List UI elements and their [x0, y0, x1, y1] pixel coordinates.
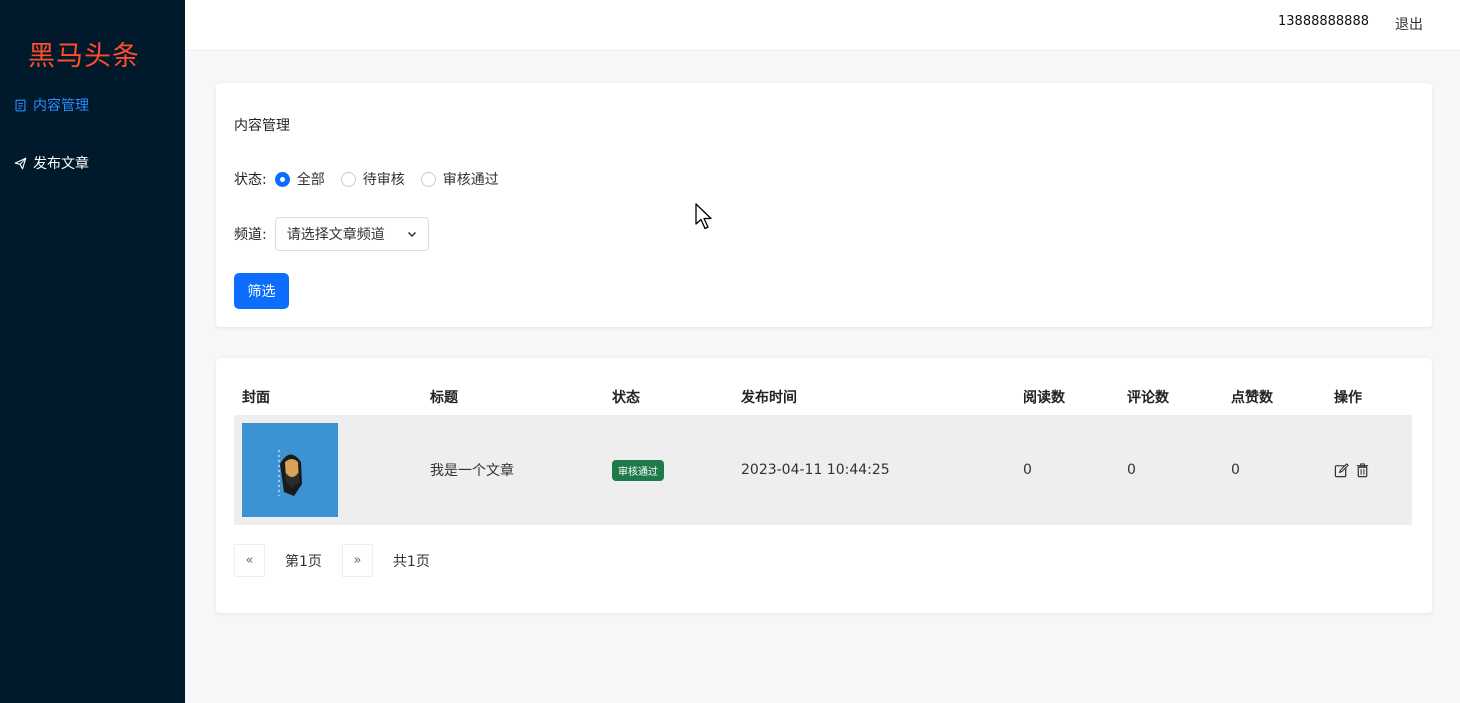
cover-illustration-icon	[278, 450, 302, 496]
filter-button[interactable]: 筛选	[234, 273, 289, 309]
radio-indicator	[340, 171, 356, 187]
channel-select-value: 请选择文章频道	[286, 227, 385, 243]
channel-select[interactable]: 请选择文章频道	[274, 217, 429, 251]
radio-indicator	[420, 171, 436, 187]
radio-label: 审核通过	[442, 172, 499, 188]
article-table: 封面 标题 状态 发布时间 阅读数 评论数 点赞数 操作 我是一个文章 审核通过…	[234, 378, 1412, 525]
pubdate-cell: 2023-04-11 10:44:25	[733, 415, 1015, 525]
channel-filter-row: 频道: 请选择文章频道	[234, 217, 429, 251]
comment-count-cell: 0	[1119, 415, 1223, 525]
column-header-title: 标题	[430, 389, 458, 406]
column-header-pubdate: 发布时间	[741, 389, 797, 406]
status-cell: 审核通过	[604, 415, 733, 525]
column-header-read-count: 阅读数	[1023, 389, 1065, 406]
status-radio-pending[interactable]: 待审核	[340, 169, 405, 189]
next-page-button[interactable]: »	[341, 544, 373, 577]
column-header-comment-count: 评论数	[1127, 389, 1169, 406]
status-label: 状态:	[234, 172, 267, 188]
card-title: 内容管理	[234, 118, 290, 134]
column-header-cover: 封面	[242, 389, 270, 406]
table-row: 我是一个文章 审核通过 2023-04-11 10:44:25 0 0 0	[234, 415, 1412, 525]
trash-icon[interactable]	[1355, 462, 1370, 478]
channel-label: 频道:	[234, 227, 267, 243]
filter-card: 内容管理 状态: 全部 待审核 审核通过 频道: 请选择文章频道 筛选	[216, 83, 1432, 327]
column-header-actions: 操作	[1334, 389, 1362, 406]
read-count-cell: 0	[1015, 415, 1119, 525]
document-icon	[14, 99, 27, 112]
mouse-cursor-icon	[695, 203, 712, 230]
column-header-status: 状态	[612, 389, 640, 406]
status-radio-all[interactable]: 全部	[274, 169, 325, 189]
like-count-cell: 0	[1223, 415, 1326, 525]
article-table-card: 封面 标题 状态 发布时间 阅读数 评论数 点赞数 操作 我是一个文章 审核通过…	[216, 358, 1432, 613]
radio-indicator	[274, 171, 290, 187]
sidebar-item-label: 内容管理	[33, 98, 89, 114]
total-pages-text: 共1页	[392, 553, 430, 570]
status-radio-approved[interactable]: 审核通过	[420, 169, 499, 189]
sidebar: 黑马头条 内容管理 发布文章	[0, 0, 185, 703]
pagination: « 第1页 » 共1页	[234, 544, 450, 577]
send-icon	[14, 157, 27, 170]
cover-cell	[234, 415, 422, 525]
user-phone: 13888888888	[1278, 14, 1369, 29]
edit-icon[interactable]	[1334, 462, 1349, 478]
column-header-like-count: 点赞数	[1231, 389, 1273, 406]
sidebar-item-publish-article[interactable]: 发布文章	[14, 153, 89, 173]
radio-label: 待审核	[362, 172, 405, 188]
cover-image	[242, 423, 338, 517]
sidebar-item-label: 发布文章	[33, 156, 89, 172]
current-page-text: 第1页	[285, 553, 322, 570]
status-badge: 审核通过	[612, 459, 664, 481]
radio-label: 全部	[296, 172, 325, 188]
sidebar-item-content-management[interactable]: 内容管理	[14, 95, 89, 115]
prev-page-button[interactable]: «	[234, 544, 265, 577]
logout-link[interactable]: 退出	[1395, 14, 1423, 34]
title-cell[interactable]: 我是一个文章	[422, 415, 604, 525]
row-actions	[1334, 462, 1412, 478]
top-header: 13888888888 退出	[185, 0, 1460, 51]
actions-cell	[1326, 415, 1412, 525]
chevron-down-icon	[407, 229, 417, 239]
status-filter-row: 状态: 全部 待审核 审核通过	[234, 169, 515, 189]
table-header-row: 封面 标题 状态 发布时间 阅读数 评论数 点赞数 操作	[234, 378, 1412, 415]
brand-logo: 黑马头条	[28, 41, 140, 72]
